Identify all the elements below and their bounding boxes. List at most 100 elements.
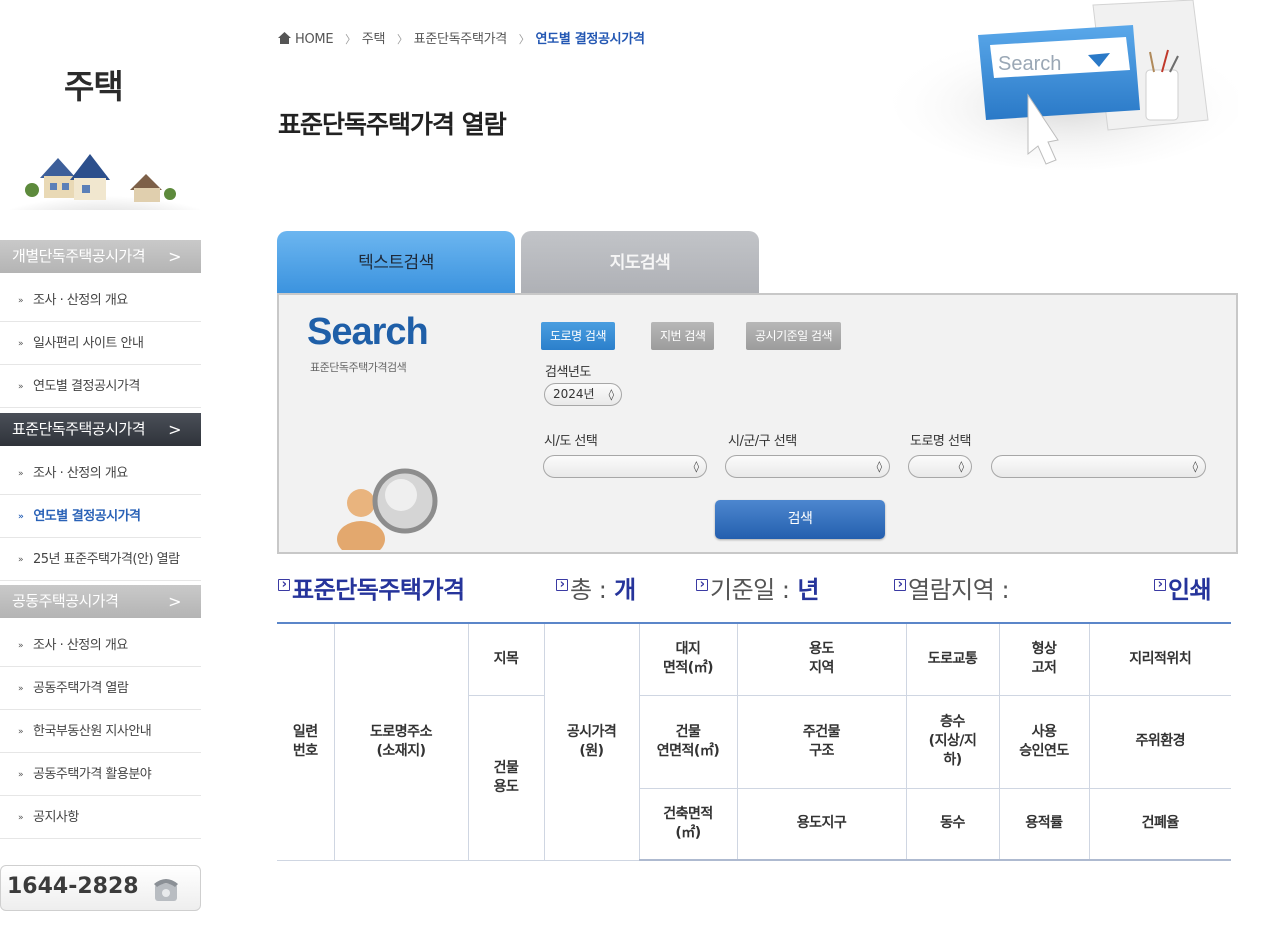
road-initial-select[interactable]: ◊ <box>908 455 972 478</box>
phone-contact-box: 1644-2828 <box>0 865 201 911</box>
col-building-area: 건축면적 (㎡) <box>639 787 738 861</box>
sidebar-item-yearly-price-active[interactable]: » 연도별 결정공시가격 <box>0 495 201 538</box>
chevron-right-icon: > <box>168 592 181 611</box>
home-icon <box>278 32 291 44</box>
summary-base-group: › 기준일 : 년 <box>696 570 819 605</box>
summary-region-label: 열람지역 : <box>908 576 1010 604</box>
sidebar-item-yearly-price[interactable]: » 연도별 결정공시가격 <box>0 365 201 408</box>
year-label: 검색년도 <box>545 365 591 380</box>
header-label: 층수 (지상/지 하) <box>928 714 977 768</box>
sidebar-item-apartment-view[interactable]: » 공동주택가격 열람 <box>0 667 201 710</box>
sidebar-section-apartment[interactable]: 공동주택공시가격 > <box>0 585 201 618</box>
search-window-label: Search <box>998 53 1061 75</box>
tab-text-search[interactable]: 텍스트검색 <box>277 231 515 295</box>
header-label: 형상 고저 <box>1031 641 1057 677</box>
header-label: 건폐율 <box>1141 815 1180 832</box>
year-select-value: 2024년 <box>553 387 595 401</box>
road-label: 도로명 선택 <box>910 434 971 449</box>
tab-map-search[interactable]: 지도검색 <box>521 231 759 295</box>
col-floor-area-ratio: 용적률 <box>998 787 1090 861</box>
bullet-icon: » <box>18 555 24 565</box>
magnifier-figure-illustration <box>337 468 438 550</box>
header-label: 대지 면적(㎡) <box>662 641 714 677</box>
breadcrumb-separator: 〉 <box>518 33 530 46</box>
header-label: 사용 승인연도 <box>1019 723 1069 759</box>
col-building-coverage: 건폐율 <box>1088 787 1231 861</box>
sidebar-item-label: 공지사항 <box>33 810 79 825</box>
sidebar-section-standard-house[interactable]: 표준단독주택공시가격 > <box>0 413 201 446</box>
year-select[interactable]: 2024년 ◊ <box>544 383 622 406</box>
header-label: 주건물 구조 <box>802 723 841 759</box>
header-label: 도로교통 <box>927 650 978 667</box>
sidebar-item-usage[interactable]: » 공동주택가격 활용분야 <box>0 753 201 796</box>
sidebar-item-label: 조사 · 산정의 개요 <box>33 293 128 308</box>
breadcrumb-current: 연도별 결정공시가격 <box>535 32 645 47</box>
lot-number-search-button[interactable]: 지번 검색 <box>651 322 715 350</box>
bullet-icon: » <box>18 641 24 651</box>
result-summary: › 표준단독주택가격 › 총 : 개 › 기준일 : 년 › 열람지역 : › 인쇄 <box>278 570 1238 610</box>
sidebar-item-ilsa-site[interactable]: » 일사편리 사이트 안내 <box>0 322 201 365</box>
col-public-price: 공시가격 (원) <box>543 622 640 861</box>
phone-number: 1644-2828 <box>7 874 139 899</box>
sidebar-item-label: 연도별 결정공시가격 <box>33 379 140 394</box>
sidebar-item-label: 일사편리 사이트 안내 <box>33 336 144 351</box>
sidebar-section-label: 개별단독주택공시가격 <box>12 247 146 265</box>
road-name-search-button[interactable]: 도로명 검색 <box>541 322 616 350</box>
select-chevron-icon: ◊ <box>876 460 882 473</box>
bullet-icon: » <box>18 339 24 349</box>
breadcrumb-item[interactable]: 표준단독주택가격 <box>414 32 508 47</box>
header-label: 주위환경 <box>1135 733 1186 750</box>
base-date-search-button[interactable]: 공시기준일 검색 <box>746 322 842 350</box>
search-panel: Search 표준단독주택가격검색 도로명 검색 지번 검색 공시기준일 검색 … <box>277 293 1238 554</box>
bullet-icon: » <box>18 813 24 823</box>
square-bullet-icon: › <box>278 578 290 591</box>
sidebar-item-draft-price[interactable]: » 25년 표준주택가격(안) 열람 <box>0 538 201 581</box>
telephone-icon <box>154 879 178 901</box>
sido-select[interactable]: ◊ <box>543 455 707 478</box>
header-label: 도로명주소 (소재지) <box>370 723 432 759</box>
sidebar-item-label: 연도별 결정공시가격 <box>33 509 141 524</box>
sidebar-section-individual-house[interactable]: 개별단독주택공시가격 > <box>0 240 201 273</box>
road-name-select[interactable]: ◊ <box>991 455 1206 478</box>
bullet-icon: » <box>18 770 24 780</box>
houses-illustration <box>10 154 200 210</box>
chevron-right-icon: > <box>168 420 181 439</box>
summary-total-group: › 총 : 개 <box>556 570 636 605</box>
sidebar-item-notice[interactable]: » 공지사항 <box>0 796 201 839</box>
print-link[interactable]: › 인쇄 <box>1154 570 1212 605</box>
header-label: 일련 번호 <box>292 723 318 759</box>
select-chevron-icon: ◊ <box>608 388 614 401</box>
summary-total-label: 총 : <box>570 576 607 604</box>
select-chevron-icon: ◊ <box>693 460 699 473</box>
bullet-icon: » <box>18 296 24 306</box>
result-table: 일련 번호 도로명주소 (소재지) 지목 공시가격 (원) 대지 면적(㎡) 용… <box>277 622 1231 861</box>
summary-title-group: › 표준단독주택가격 <box>278 570 465 605</box>
breadcrumb-item[interactable]: 주택 <box>362 32 386 47</box>
header-label: 건축면적 (㎡) <box>663 805 713 841</box>
sidebar-item-overview[interactable]: » 조사 · 산정의 개요 <box>0 624 201 667</box>
search-button[interactable]: 검색 <box>715 500 885 539</box>
bullet-icon: » <box>18 382 24 392</box>
sidebar-item-label: 조사 · 산정의 개요 <box>33 638 128 653</box>
sidebar-item-overview[interactable]: » 조사 · 산정의 개요 <box>0 452 201 495</box>
col-building-floor-area: 건물 연면적(㎡) <box>638 694 738 789</box>
bullet-icon: » <box>18 684 24 694</box>
breadcrumb-separator: 〉 <box>396 33 408 46</box>
sidebar-item-branch-info[interactable]: » 한국부동산원 지사안내 <box>0 710 201 753</box>
chevron-right-icon: > <box>168 247 181 266</box>
summary-title: 표준단독주택가격 <box>292 576 465 604</box>
breadcrumb-separator: 〉 <box>345 33 356 46</box>
col-serial-number: 일련 번호 <box>277 622 335 861</box>
bullet-icon: » <box>18 727 24 737</box>
col-environment: 주위환경 <box>1088 694 1231 789</box>
sigungu-select[interactable]: ◊ <box>725 455 890 478</box>
square-bullet-icon: › <box>696 578 708 591</box>
header-label: 공시가격 (원) <box>566 723 617 759</box>
col-road-address: 도로명주소 (소재지) <box>333 622 469 861</box>
sidebar-item-label: 공동주택가격 활용분야 <box>33 767 152 782</box>
sidebar-item-overview[interactable]: » 조사 · 산정의 개요 <box>0 279 201 322</box>
col-land-area: 대지 면적(㎡) <box>638 622 738 696</box>
breadcrumb-home[interactable]: HOME <box>295 32 334 47</box>
header-label: 건물 용도 <box>493 759 519 795</box>
summary-base-unit: 년 <box>797 576 819 604</box>
